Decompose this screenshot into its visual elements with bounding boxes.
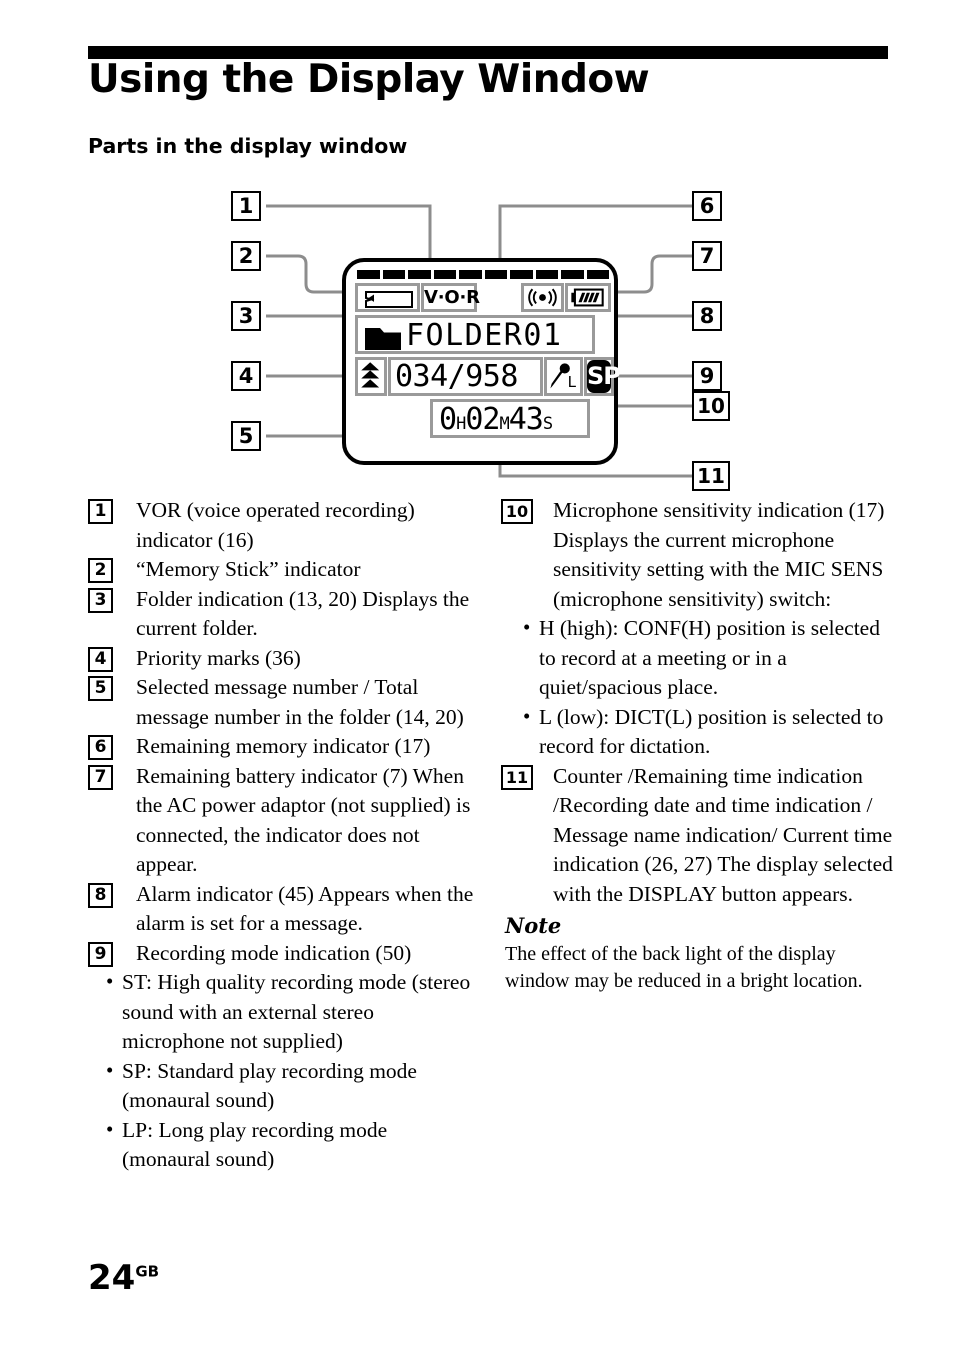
- legend-text-3: Folder indication (13, 20) Displays the …: [136, 586, 470, 641]
- alarm-indicator: [521, 283, 564, 312]
- mic-sensitivity-indication: L: [544, 357, 583, 396]
- alarm-icon: [528, 288, 557, 307]
- priority-marks-icon: [361, 362, 380, 388]
- legend-item-7: 7 Remaining battery indicator (7) When t…: [88, 762, 480, 880]
- recording-mode-indication: SP: [584, 357, 621, 396]
- callout-1: 1: [231, 191, 261, 221]
- legend-num-5: 5: [88, 676, 113, 701]
- counter-minutes: 02: [465, 402, 500, 437]
- callout-5: 5: [231, 421, 261, 451]
- legend-text-1: VOR (voice operated recording) indicator…: [136, 498, 415, 552]
- battery-indicator: [565, 283, 611, 312]
- vor-indicator: V·O·R: [421, 283, 480, 312]
- legend-item-10-bullet-l: L (low): DICT(L) position is selected to…: [523, 702, 900, 762]
- page-number-suffix: GB: [135, 1262, 160, 1281]
- callout-9: 9: [692, 361, 722, 391]
- legend-item-3: 3 Folder indication (13, 20) Displays th…: [88, 585, 480, 644]
- legend-item-2: 2 “Memory Stick” indicator: [88, 555, 480, 585]
- folder-indication: FOLDER01: [355, 315, 595, 354]
- legend-text-8: Alarm indicator (45) Appears when the al…: [136, 881, 474, 936]
- legend-item-9: 9 Recording mode indication (50): [88, 939, 480, 969]
- counter-value: 0H02M43S: [439, 402, 553, 442]
- folder-icon: [365, 328, 401, 350]
- legend-left-column: 1 VOR (voice operated recording) indicat…: [88, 496, 480, 1175]
- callout-8: 8: [692, 301, 722, 331]
- legend-item-6: 6 Remaining memory indicator (17): [88, 732, 480, 762]
- legend-num-3: 3: [88, 587, 113, 613]
- counter-minutes-unit: M: [499, 414, 509, 434]
- callout-11: 11: [692, 461, 730, 491]
- message-number-label: 034/958: [395, 359, 518, 394]
- lcd-display: V·O·R FOLDER01 034/958 L SP 0H02M43S: [342, 258, 621, 465]
- callout-10: 10: [692, 391, 730, 421]
- legend-num-1: 1: [88, 499, 113, 524]
- legend-item-9-bullet-sp: SP: Standard play recording mode (monaur…: [106, 1056, 480, 1116]
- mic-sensitivity-label: L: [567, 373, 576, 391]
- page-number: 24GB: [88, 1258, 159, 1298]
- callout-3: 3: [231, 301, 261, 331]
- legend-num-7: 7: [88, 764, 113, 790]
- legend-item-9-bullets: ST: High quality recording mode (stereo …: [88, 967, 480, 1175]
- legend-text-9: Recording mode indication (50): [136, 940, 412, 965]
- callout-7: 7: [692, 241, 722, 271]
- legend-text-4: Priority marks (36): [136, 645, 301, 670]
- note-body: The effect of the back light of the disp…: [505, 942, 863, 992]
- manual-page: Using the Display Window Parts in the di…: [0, 0, 954, 1345]
- battery-icon: [571, 288, 604, 307]
- legend-num-8: 8: [88, 882, 113, 908]
- counter-seconds: 43: [508, 402, 544, 437]
- display-window-diagram: 1 2 3 4 5 6 7 8 9 10 11 V·O·R FOLDER01 0…: [0, 178, 954, 491]
- legend-num-11: 11: [501, 764, 533, 790]
- legend-item-8: 8 Alarm indicator (45) Appears when the …: [88, 880, 480, 939]
- recording-mode-label: SP: [587, 360, 621, 393]
- legend-num-10: 10: [501, 499, 533, 524]
- section-heading: Parts in the display window: [88, 134, 408, 158]
- legend-num-4: 4: [88, 646, 113, 672]
- legend-item-9-bullet-st: ST: High quality recording mode (stereo …: [106, 967, 480, 1057]
- callout-2: 2: [231, 241, 261, 271]
- legend-text-11: Counter /Remaining time indication /Reco…: [553, 763, 893, 906]
- counter-seconds-unit: S: [542, 414, 553, 434]
- message-number-indication: 034/958: [388, 357, 543, 396]
- legend-item-1: 1 VOR (voice operated recording) indicat…: [88, 496, 480, 555]
- legend-num-6: 6: [88, 735, 113, 760]
- memory-stick-indicator: [355, 283, 420, 312]
- legend-item-9-bullet-lp: LP: Long play recording mode (monaural s…: [106, 1115, 480, 1175]
- page-number-value: 24: [88, 1258, 136, 1298]
- legend-text-10: Microphone sensitivity indication (17) D…: [553, 498, 885, 611]
- remaining-memory-bar: [357, 270, 609, 279]
- counter-hours: 0: [439, 402, 457, 437]
- lcd-status-row: V·O·R: [355, 283, 611, 312]
- counter-hours-unit: H: [456, 414, 466, 434]
- callout-6: 6: [692, 191, 722, 221]
- priority-marks: [355, 357, 387, 396]
- legend-text-2: “Memory Stick” indicator: [136, 557, 361, 581]
- legend-item-10: 10 Microphone sensitivity indication (17…: [501, 496, 900, 614]
- vor-label: V·O·R: [424, 287, 480, 308]
- callout-4: 4: [231, 361, 261, 391]
- counter-indication: 0H02M43S: [430, 399, 590, 438]
- legend-item-4: 4 Priority marks (36): [88, 644, 480, 674]
- legend-right-column: 10 Microphone sensitivity indication (17…: [501, 496, 900, 995]
- legend-text-6: Remaining memory indicator (17): [136, 734, 431, 758]
- note-heading: Note: [505, 913, 562, 938]
- legend-item-10-bullets: H (high): CONF(H) position is selected t…: [505, 613, 900, 762]
- memory-stick-icon: [365, 291, 413, 308]
- legend-text-7: Remaining battery indicator (7) When the…: [136, 763, 471, 877]
- legend-item-10-bullet-h: H (high): CONF(H) position is selected t…: [523, 613, 900, 703]
- legend-num-9: 9: [88, 941, 113, 967]
- page-title: Using the Display Window: [88, 57, 650, 102]
- folder-label: FOLDER01: [406, 318, 563, 353]
- legend-item-5: 5 Selected message number / Total messag…: [88, 673, 480, 732]
- legend-text-5: Selected message number / Total message …: [136, 675, 464, 729]
- legend-num-2: 2: [88, 558, 113, 583]
- legend-item-11: 11 Counter /Remaining time indication /R…: [501, 762, 900, 910]
